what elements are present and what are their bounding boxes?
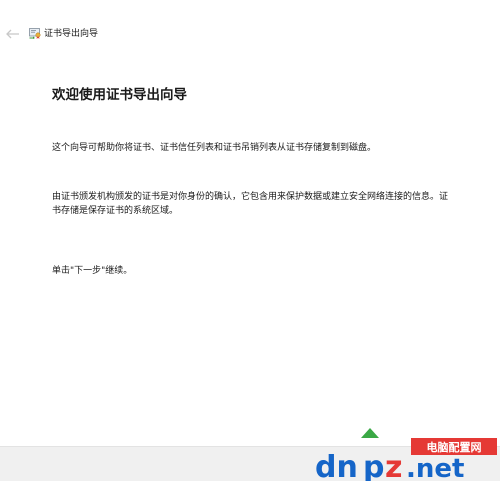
wizard-content: 欢迎使用证书导出向导 这个向导可帮助你将证书、证书信任列表和证书吊销列表从证书存… [0, 44, 500, 446]
svg-text:dn: dn [315, 450, 358, 481]
page-heading: 欢迎使用证书导出向导 [52, 87, 187, 103]
certificate-export-wizard-window: 证书导出向导 欢迎使用证书导出向导 这个向导可帮助你将证书、证书信任列表和证书吊… [0, 0, 500, 481]
continue-instruction: 单击"下一步"继续。 [52, 266, 133, 276]
watermark-logo: 电脑配置网 dn p z .net [315, 428, 497, 481]
svg-text:电脑配置网: 电脑配置网 [427, 440, 482, 454]
svg-text:z: z [385, 450, 402, 481]
svg-text:.net: .net [406, 454, 464, 481]
back-button[interactable] [4, 26, 22, 42]
certificate-wizard-icon [29, 28, 41, 39]
back-arrow-icon [6, 29, 19, 39]
window-title: 证书导出向导 [44, 29, 99, 39]
svg-text:p: p [363, 450, 384, 481]
title-bar: 证书导出向导 [0, 0, 500, 44]
intro-paragraph: 这个向导可帮助你将证书、证书信任列表和证书吊销列表从证书存储复制到磁盘。 [52, 143, 377, 153]
certificate-description-paragraph: 由证书颁发机构颁发的证书是对你身份的确认，它包含用来保护数据或建立安全网络连接的… [52, 192, 449, 216]
